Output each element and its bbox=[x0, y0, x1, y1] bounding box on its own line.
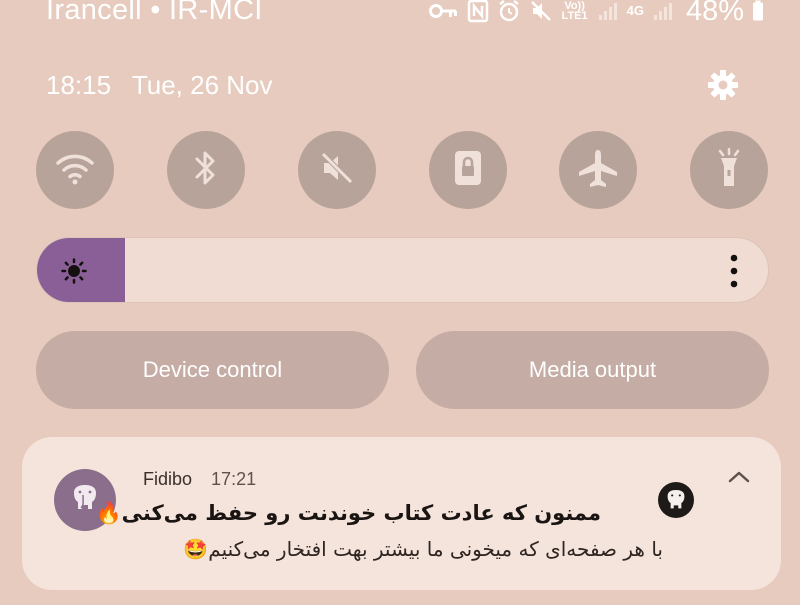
bluetooth-icon bbox=[194, 149, 218, 192]
quick-settings-row bbox=[36, 131, 768, 211]
device-control-button[interactable]: Device control bbox=[36, 331, 389, 409]
gear-icon bbox=[706, 68, 740, 107]
clock-time[interactable]: 18:15 bbox=[46, 70, 111, 100]
expand-button[interactable] bbox=[725, 467, 753, 487]
flashlight-toggle[interactable] bbox=[690, 131, 768, 209]
status-bar: Irancell • IR-MCI Vo)) LTE1 4G 48% bbox=[0, 0, 800, 30]
fidibo-logo-icon bbox=[658, 482, 694, 518]
lock-icon bbox=[453, 149, 483, 192]
settings-button[interactable] bbox=[703, 67, 743, 107]
media-output-button[interactable]: Media output bbox=[416, 331, 769, 409]
notification-time: 17:21 bbox=[211, 469, 257, 489]
volte-icon: Vo)) LTE1 bbox=[561, 0, 588, 22]
carrier-name: Irancell • IR-MCI bbox=[46, 0, 263, 26]
signal-icon-2 bbox=[652, 0, 674, 22]
mute-icon bbox=[529, 0, 553, 23]
brightness-slider[interactable] bbox=[36, 237, 769, 303]
clock-date[interactable]: 18:15 Tue, 26 Nov bbox=[46, 70, 273, 101]
battery-percent: 48% bbox=[685, 0, 744, 27]
network-type-label: 4G bbox=[626, 3, 644, 18]
mute-icon bbox=[319, 150, 355, 191]
notification-card[interactable]: Fidibo 17:21 ممنون که عادت کتاب خوندنت ر… bbox=[22, 437, 781, 590]
signal-icon bbox=[597, 0, 619, 22]
alarm-icon bbox=[497, 0, 521, 23]
notification-meta: Fidibo 17:21 bbox=[143, 469, 256, 490]
app-name: Fidibo bbox=[143, 469, 193, 489]
key-icon bbox=[428, 2, 459, 20]
flashlight-icon bbox=[715, 147, 743, 193]
sun-icon bbox=[61, 258, 87, 289]
status-icons: Vo)) LTE1 4G 48% bbox=[428, 0, 764, 27]
notification-body: با هر صفحه‌ای که میخونی ما بیشتر بهت افت… bbox=[183, 537, 663, 561]
airplane-mode-toggle[interactable] bbox=[559, 131, 637, 209]
nfc-icon bbox=[467, 0, 489, 23]
wifi-toggle[interactable] bbox=[36, 131, 114, 209]
more-options-icon[interactable] bbox=[730, 254, 738, 293]
date-label[interactable]: Tue, 26 Nov bbox=[132, 70, 273, 100]
chevron-up-icon bbox=[725, 471, 753, 491]
wifi-icon bbox=[55, 151, 95, 190]
notification-title: ممنون که عادت کتاب خوندنت رو حفظ می‌کنی🔥 bbox=[95, 501, 602, 525]
bluetooth-toggle[interactable] bbox=[167, 131, 245, 209]
sound-toggle[interactable] bbox=[298, 131, 376, 209]
airplane-icon bbox=[576, 148, 620, 193]
battery-icon bbox=[752, 0, 764, 22]
rotation-lock-toggle[interactable] bbox=[429, 131, 507, 209]
